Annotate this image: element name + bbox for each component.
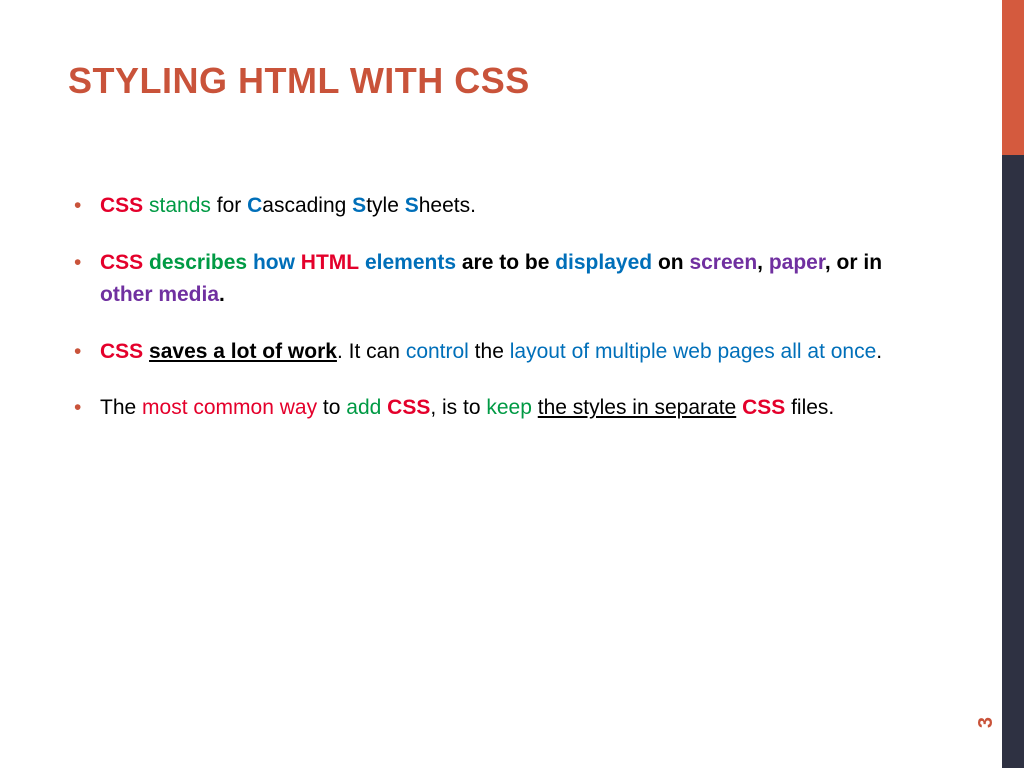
text-run: are to be — [462, 251, 550, 274]
text-run: files. — [785, 396, 834, 419]
text-run: S — [405, 194, 419, 217]
slide-content: CSS stands for Cascading Style Sheets.CS… — [68, 190, 938, 449]
text-run: The — [100, 396, 142, 419]
text-run: stands — [149, 194, 211, 217]
bullet-list: CSS stands for Cascading Style Sheets.CS… — [68, 190, 938, 425]
text-run: control — [406, 340, 469, 363]
bullet-item: The most common way to add CSS, is to ke… — [68, 392, 938, 425]
sidebar-accent-bottom — [1002, 155, 1024, 768]
text-run: add — [346, 396, 381, 419]
text-run: , or in — [825, 251, 882, 274]
text-run: . — [876, 340, 882, 363]
text-run: . It can — [337, 340, 406, 363]
text-run: keep — [486, 396, 532, 419]
text-run: for — [211, 194, 247, 217]
text-run: tyle — [366, 194, 405, 217]
text-run: the — [469, 340, 510, 363]
bullet-item: CSS describes how HTML elements are to b… — [68, 247, 938, 312]
text-run: heets. — [419, 194, 476, 217]
text-run: to — [317, 396, 346, 419]
text-run: other media — [100, 283, 219, 306]
text-run: HTML — [301, 251, 359, 274]
text-run: paper — [769, 251, 825, 274]
text-run: CSS — [100, 194, 143, 217]
text-run: CSS — [742, 396, 785, 419]
text-run: CSS — [100, 251, 143, 274]
text-run: , — [757, 251, 769, 274]
text-run: CSS — [100, 340, 143, 363]
text-run: C — [247, 194, 262, 217]
text-run: describes — [149, 251, 247, 274]
text-run: , is to — [430, 396, 486, 419]
text-run: screen — [689, 251, 757, 274]
text-run: layout of multiple web pages all at once — [510, 340, 877, 363]
bullet-item: CSS saves a lot of work. It can control … — [68, 336, 938, 369]
text-run: displayed — [555, 251, 652, 274]
text-run: saves a lot of work — [149, 340, 337, 363]
text-run: elements — [365, 251, 456, 274]
text-run: . — [219, 283, 225, 306]
text-run: the styles in separate — [538, 396, 736, 419]
text-run: CSS — [387, 396, 430, 419]
text-run: ascading — [262, 194, 352, 217]
text-run: most common way — [142, 396, 317, 419]
text-run: on — [658, 251, 684, 274]
slide-title: STYLING HTML WITH CSS — [68, 60, 530, 102]
page-number: 3 — [975, 717, 998, 728]
sidebar-accent-top — [1002, 0, 1024, 155]
bullet-item: CSS stands for Cascading Style Sheets. — [68, 190, 938, 223]
text-run: S — [352, 194, 366, 217]
text-run: how — [253, 251, 295, 274]
